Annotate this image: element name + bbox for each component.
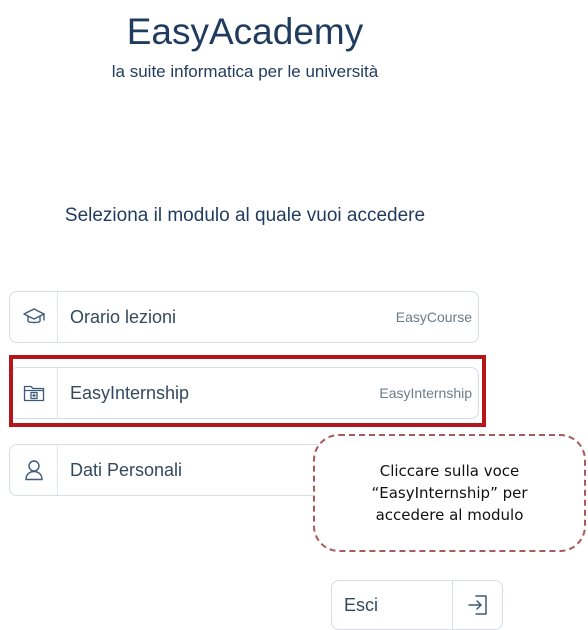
callout-text: Cliccare sulla voce “EasyInternship” per… <box>371 462 528 524</box>
exit-label: Esci <box>344 594 379 615</box>
app-title: EasyAcademy <box>126 11 364 52</box>
module-tag: EasyInternship <box>379 385 472 401</box>
module-orario-lezioni-button[interactable]: Orario lezioni EasyCourse <box>9 291 479 343</box>
module-label: EasyInternship <box>70 382 190 403</box>
user-icon <box>10 445 58 495</box>
module-label: Orario lezioni <box>70 306 177 327</box>
folder-plus-icon <box>10 368 58 418</box>
exit-button[interactable]: Esci <box>331 580 503 630</box>
app-subtitle: la suite informatica per le università <box>111 62 379 81</box>
module-selection-prompt: Seleziona il modulo al quale vuoi accede… <box>64 205 426 226</box>
module-easyinternship-button[interactable]: EasyInternship EasyInternship <box>9 367 479 419</box>
logout-arrow-icon <box>452 581 502 629</box>
graduation-cap-icon <box>10 292 58 342</box>
module-tag: EasyCourse <box>395 309 472 325</box>
instruction-callout: Cliccare sulla voce “EasyInternship” per… <box>313 434 586 552</box>
